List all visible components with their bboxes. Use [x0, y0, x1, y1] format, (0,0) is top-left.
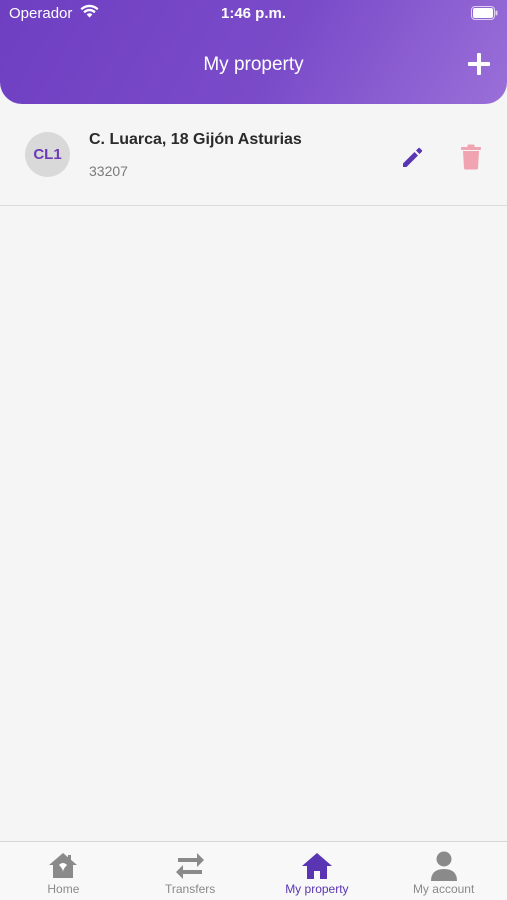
- battery-icon: [471, 6, 498, 20]
- user-icon: [430, 851, 457, 881]
- property-address: C. Luarca, 18 Gijón Asturias: [89, 131, 302, 148]
- house-icon: [301, 853, 332, 879]
- tab-label: Home: [47, 882, 80, 896]
- avatar: CL1: [25, 132, 70, 177]
- status-bar: Operador 1:46 p.m.: [0, 0, 507, 28]
- clock: 1:46 p.m.: [220, 5, 287, 22]
- home-icon: [49, 853, 78, 878]
- plus-icon[interactable]: [465, 50, 493, 78]
- tab-my-property[interactable]: My property: [254, 842, 381, 900]
- page-title: My property: [203, 54, 304, 75]
- pencil-icon[interactable]: [400, 144, 426, 170]
- tab-label: My property: [285, 882, 349, 896]
- tab-bar: Home Transfers My property My account: [0, 841, 507, 900]
- property-list-item[interactable]: CL1 C. Luarca, 18 Gijón Asturias 33207: [0, 104, 507, 206]
- trash-icon[interactable]: [460, 144, 482, 170]
- tab-transfers[interactable]: Transfers: [127, 842, 254, 900]
- tab-home[interactable]: Home: [0, 842, 127, 900]
- tab-label: Transfers: [165, 882, 216, 896]
- property-postal-code: 33207: [89, 163, 128, 179]
- transfer-arrows-icon: [176, 853, 205, 879]
- tab-label: My account: [412, 882, 475, 896]
- app-header: Operador 1:46 p.m. My property: [0, 0, 507, 104]
- tab-my-account[interactable]: My account: [380, 842, 507, 900]
